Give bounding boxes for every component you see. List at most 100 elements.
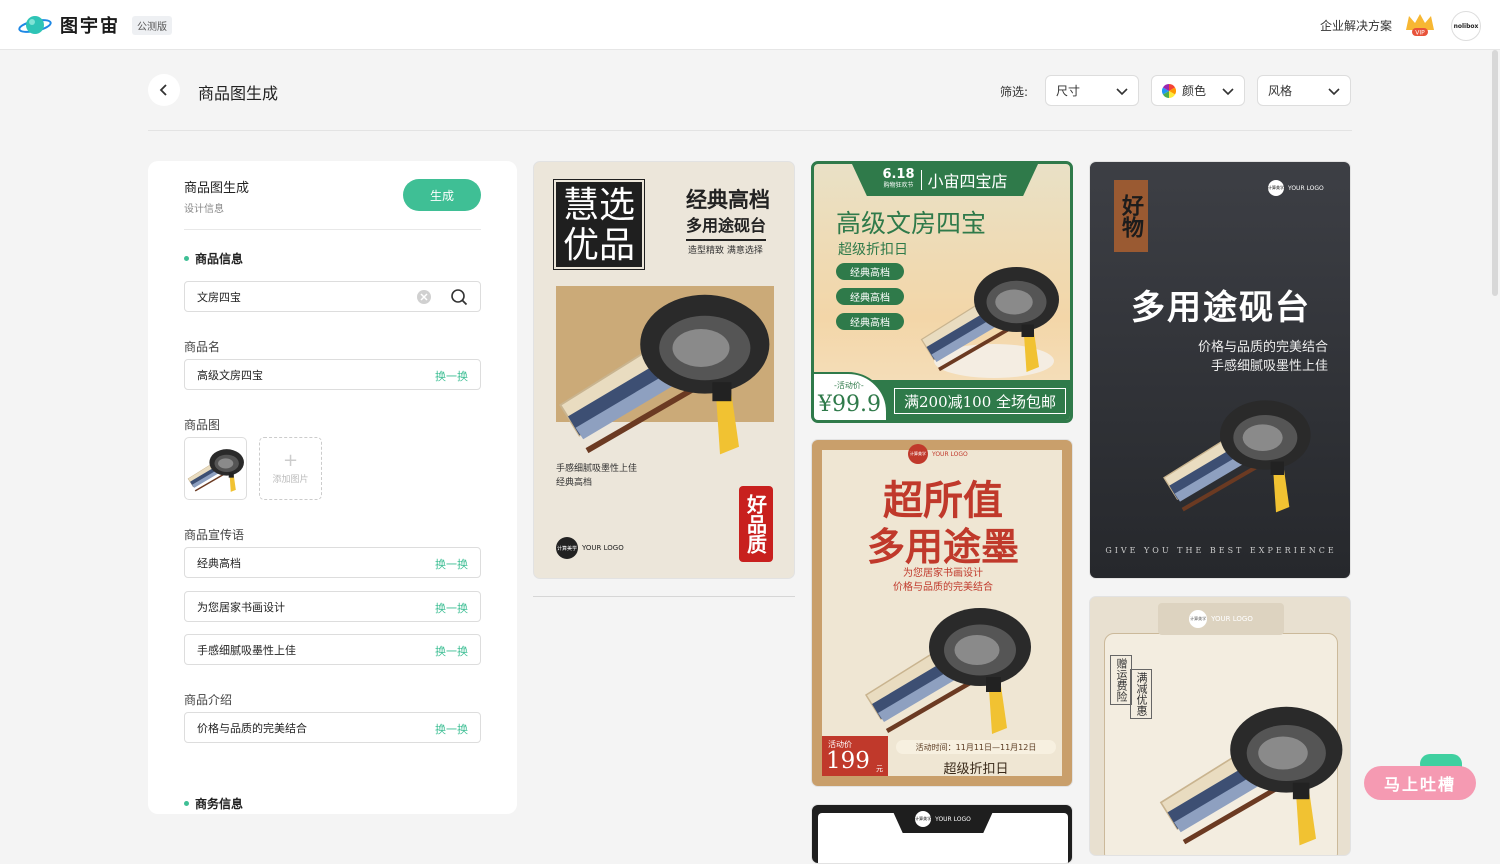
card-title: 多用途砚台	[1131, 288, 1311, 328]
swap-slogan-button[interactable]: 换一换	[435, 556, 468, 572]
festival-name: 购物狂欢节	[883, 182, 914, 189]
inkstone-image	[548, 272, 778, 462]
logo-mark: 计算美学	[556, 537, 578, 559]
template-card-2[interactable]: 6.18 购物狂欢节 小宙四宝店 高级文房四宝 超级折扣日 经典高档 经典高档 …	[811, 161, 1073, 423]
size-filter-select[interactable]: 尺寸	[1045, 75, 1139, 106]
template-card-6[interactable]: 计算美学 YOUR LOGO	[811, 804, 1073, 864]
slogan-field-1[interactable]: 经典高档 换一换	[184, 547, 481, 578]
color-filter-select[interactable]: 颜色	[1151, 75, 1245, 106]
promo-text: 满200减100 全场包邮	[894, 388, 1066, 414]
card-sub: 超级折扣日	[943, 762, 1009, 777]
price-value: 199	[826, 748, 870, 774]
product-name-field[interactable]: 高级文房四宝 换一换	[184, 359, 481, 390]
panel-divider	[184, 229, 481, 230]
scrollbar-thumb[interactable]	[1492, 50, 1498, 296]
top-bar: 图宇宙 公测版 企业解决方案 VIP nolibox	[0, 0, 1500, 50]
card-heading: 经典高档	[686, 187, 770, 212]
business-info-label: 商务信息	[195, 797, 244, 811]
swap-name-button[interactable]: 换一换	[435, 368, 468, 384]
style-filter-select[interactable]: 风格	[1257, 75, 1351, 106]
search-icon[interactable]	[450, 288, 468, 306]
add-image-label: 添加图片	[272, 475, 309, 485]
swap-intro-button[interactable]: 换一换	[435, 721, 468, 737]
slogan-value: 经典高档	[197, 556, 241, 570]
shop-banner: 6.18 购物狂欢节 小宙四宝店	[852, 164, 1038, 196]
card-logo: 计算美学 YOUR LOGO	[1158, 603, 1284, 635]
card-tagline: 造型精致 满意选择	[688, 246, 763, 256]
logo-text: YOUR LOGO	[1211, 615, 1253, 623]
chevron-down-icon	[1328, 88, 1340, 96]
feature-tag: 经典高档	[836, 313, 904, 330]
clear-icon[interactable]	[416, 289, 432, 305]
filter-label: 筛选:	[1000, 85, 1029, 99]
panel-subtitle: 设计信息	[184, 204, 224, 215]
price-value: ¥99.9	[818, 392, 881, 417]
planet-logo-icon	[18, 16, 52, 34]
template-card-4[interactable]: 计算美学 YOUR LOGO 超所值 多用途墨 为您居家书画设计 价格与品质的完…	[811, 439, 1073, 787]
swap-slogan-button[interactable]: 换一换	[435, 643, 468, 659]
inkstone-image	[1162, 398, 1313, 515]
vertical-label: 赠运费险	[1110, 655, 1132, 705]
inkstone-image	[852, 590, 1042, 740]
plus-icon: +	[282, 450, 299, 471]
card-logo: 计算美学 YOUR LOGO	[1268, 180, 1324, 196]
generate-button[interactable]: 生成	[403, 179, 481, 211]
back-button[interactable]	[148, 74, 180, 106]
price-box: 活动价 199 元	[822, 736, 888, 776]
avatar[interactable]: nolibox	[1451, 11, 1481, 41]
intro-value: 价格与品质的完美结合	[197, 721, 307, 735]
section-dot	[184, 256, 189, 261]
template-card-1[interactable]: 慧选优品 经典高档 多用途砚台 造型精致 满意选择 手感细腻吸墨性上佳 经典高档…	[533, 161, 795, 579]
festival-date: 6.18 购物狂欢节	[882, 167, 915, 191]
logo-mark: 计算美学	[915, 811, 932, 827]
seal-stamp: 好物	[1114, 180, 1148, 252]
quality-seal: 好品质	[739, 486, 773, 562]
section-dot	[184, 801, 189, 806]
card-line: 为您居家书画设计	[903, 568, 983, 579]
logo-mark: 计算美学	[908, 444, 928, 464]
banner-separator	[920, 170, 922, 190]
header-divider	[148, 130, 1352, 131]
slogan-field-2[interactable]: 为您居家书画设计 换一换	[184, 591, 481, 622]
feedback-button[interactable]: 马上吐槽	[1364, 766, 1476, 800]
logo-text: YOUR LOGO	[1288, 184, 1324, 192]
slogan-field-3[interactable]: 手感细腻吸墨性上佳 换一换	[184, 634, 481, 665]
card-text-line: 经典高档	[556, 478, 593, 488]
slogan-value: 为您居家书画设计	[197, 600, 285, 614]
add-image-button[interactable]: + 添加图片	[259, 437, 322, 500]
style-filter-value: 风格	[1268, 84, 1293, 98]
intro-label: 商品介绍	[184, 693, 233, 707]
business-info-heading: 商务信息	[184, 795, 243, 812]
slogan-value: 手感细腻吸墨性上佳	[197, 643, 296, 657]
product-search-input[interactable]: 文房四宝	[184, 281, 481, 312]
brand-name: 图宇宙	[60, 16, 120, 37]
card-subtitle: 多用途墨	[866, 524, 1019, 569]
column-divider	[533, 596, 795, 597]
intro-field[interactable]: 价格与品质的完美结合 换一换	[184, 712, 481, 743]
feature-tag: 经典高档	[836, 288, 904, 305]
panel-title: 商品图生成	[184, 181, 250, 196]
price-unit: 元	[876, 765, 883, 773]
beta-badge: 公测版	[132, 15, 172, 35]
product-image-thumbnail[interactable]	[184, 437, 247, 500]
product-name-value: 高级文房四宝	[197, 368, 263, 382]
template-card-5[interactable]: 计算美学 YOUR LOGO 赠运费险 满减优惠	[1089, 596, 1351, 856]
logo-mark: 计算美学	[1268, 180, 1284, 196]
card-footer: GIVE YOU THE BEST EXPERIENCE	[1105, 546, 1337, 555]
brand-logo[interactable]: 图宇宙 公测版	[18, 12, 172, 38]
enterprise-solutions-link[interactable]: 企业解决方案	[1320, 17, 1392, 34]
feature-tag: 经典高档	[836, 263, 904, 280]
feedback-label: 马上吐槽	[1383, 775, 1456, 794]
template-card-3[interactable]: 好物 计算美学 YOUR LOGO 多用途砚台 价格与品质的完美结合 手感细腻吸…	[1089, 161, 1351, 579]
inkstone-image	[1150, 687, 1350, 852]
vip-badge-text: VIP	[1415, 30, 1425, 37]
chevron-down-icon	[1222, 88, 1234, 96]
vip-crown-icon[interactable]: VIP	[1404, 12, 1436, 38]
chevron-left-icon	[159, 84, 167, 96]
color-wheel-icon	[1162, 83, 1176, 98]
page-title: 商品图生成	[198, 84, 279, 103]
chevron-down-icon	[1116, 88, 1128, 96]
swap-slogan-button[interactable]: 换一换	[435, 600, 468, 616]
event-time: 活动时间：11月11日—11月12日	[896, 740, 1056, 754]
festival-day: 6.18	[882, 167, 915, 182]
